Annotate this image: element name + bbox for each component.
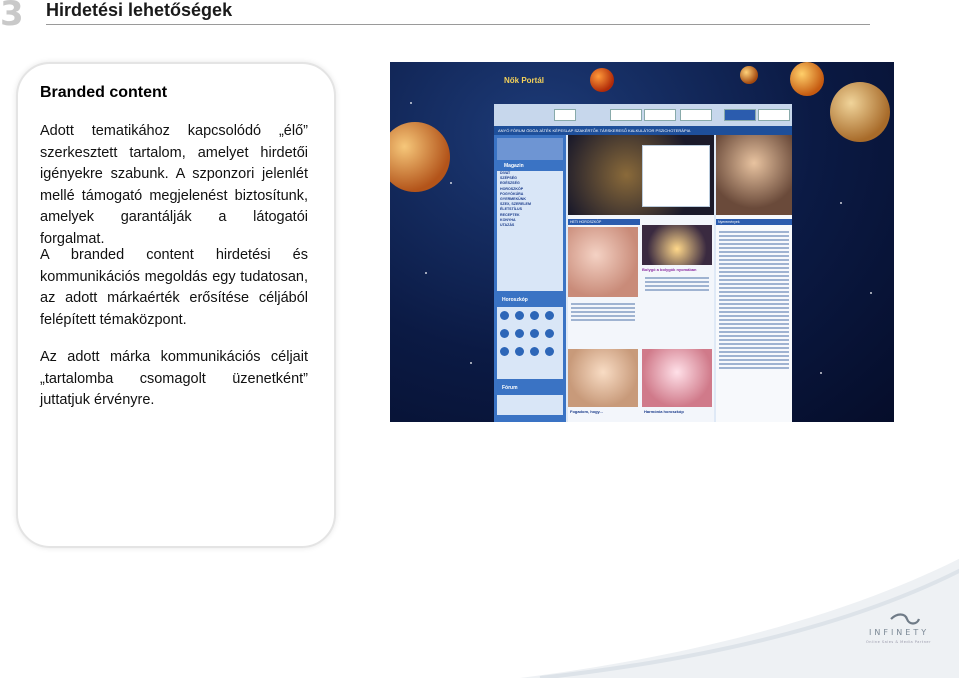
card-paragraph-1: Adott tematikához kapcsolódó „élő” szerk… (40, 123, 308, 247)
planet-image (740, 66, 758, 84)
planet-image (790, 62, 824, 96)
card-paragraph-2: A branded content hirdetési és kommuniká… (40, 247, 308, 328)
title-divider (46, 24, 870, 25)
logo-text: INFINETY (869, 628, 930, 637)
logo-subtitle: Online Sales & Media Partner (866, 640, 932, 644)
zodiac-icon (515, 311, 524, 320)
site-right-column: Nyeremények (716, 135, 792, 422)
horoscope-box-title: Horoszkóp (502, 297, 528, 303)
zodiac-icon (545, 329, 554, 338)
site-main-column: HETI HOROSZKÓP Bolygó a bolygók nyomában… (568, 135, 714, 422)
menu-item: UTAZÁS (500, 223, 515, 228)
site-navbar: ANYÓ FÓRUM ÖDÖA JÁTÉK KÉPESLAP SZAKÉRTŐK… (494, 126, 792, 135)
planet-image (590, 68, 614, 92)
caption-right: Harmónia horoszkóp (644, 409, 684, 414)
zodiac-icon (515, 329, 524, 338)
magazine-menu: DIVAT SZÉPSÉG EGÉSZSÉG HOROSZKÓP FOGYÓKÚ… (497, 171, 563, 291)
page-title: Hirdetési lehetőségek (46, 0, 233, 20)
menu-title: Magazin (504, 163, 524, 169)
site-left-column: Magazin DIVAT SZÉPSÉG EGÉSZSÉG HOROSZKÓP… (494, 135, 566, 422)
zodiac-icons (497, 307, 563, 379)
mid-heading: HETI HOROSZKÓP (568, 219, 640, 225)
forum-box-title: Fórum (502, 385, 518, 391)
card-heading: Branded content (40, 84, 168, 101)
planet-image (390, 122, 450, 192)
site-logo: Nők Portál (503, 76, 544, 85)
zodiac-icon (530, 311, 539, 320)
site-header (494, 104, 792, 126)
website-screenshot: Nők Portál ANYÓ FÓRUM ÖDÖA JÁTÉK KÉPESLA… (390, 62, 894, 422)
zodiac-icon (545, 347, 554, 356)
caption-left: Fogadom, hogy... (570, 409, 603, 414)
zodiac-icon (545, 311, 554, 320)
zodiac-icon (515, 347, 524, 356)
card-paragraph-3: Az adott márka kommunikációs céljait „ta… (40, 349, 308, 408)
planet-image (830, 82, 890, 142)
right-heading: Nyeremények (716, 219, 792, 225)
zodiac-icon (530, 347, 539, 356)
article-title: Bolygó a bolygók nyomában (642, 267, 697, 272)
zodiac-icon (500, 347, 509, 356)
site-page: ANYÓ FÓRUM ÖDÖA JÁTÉK KÉPESLAP SZAKÉRTŐK… (494, 104, 792, 422)
zodiac-icon (500, 311, 509, 320)
zodiac-icon (500, 329, 509, 338)
page-number: 3 (0, 0, 24, 34)
zodiac-icon (530, 329, 539, 338)
